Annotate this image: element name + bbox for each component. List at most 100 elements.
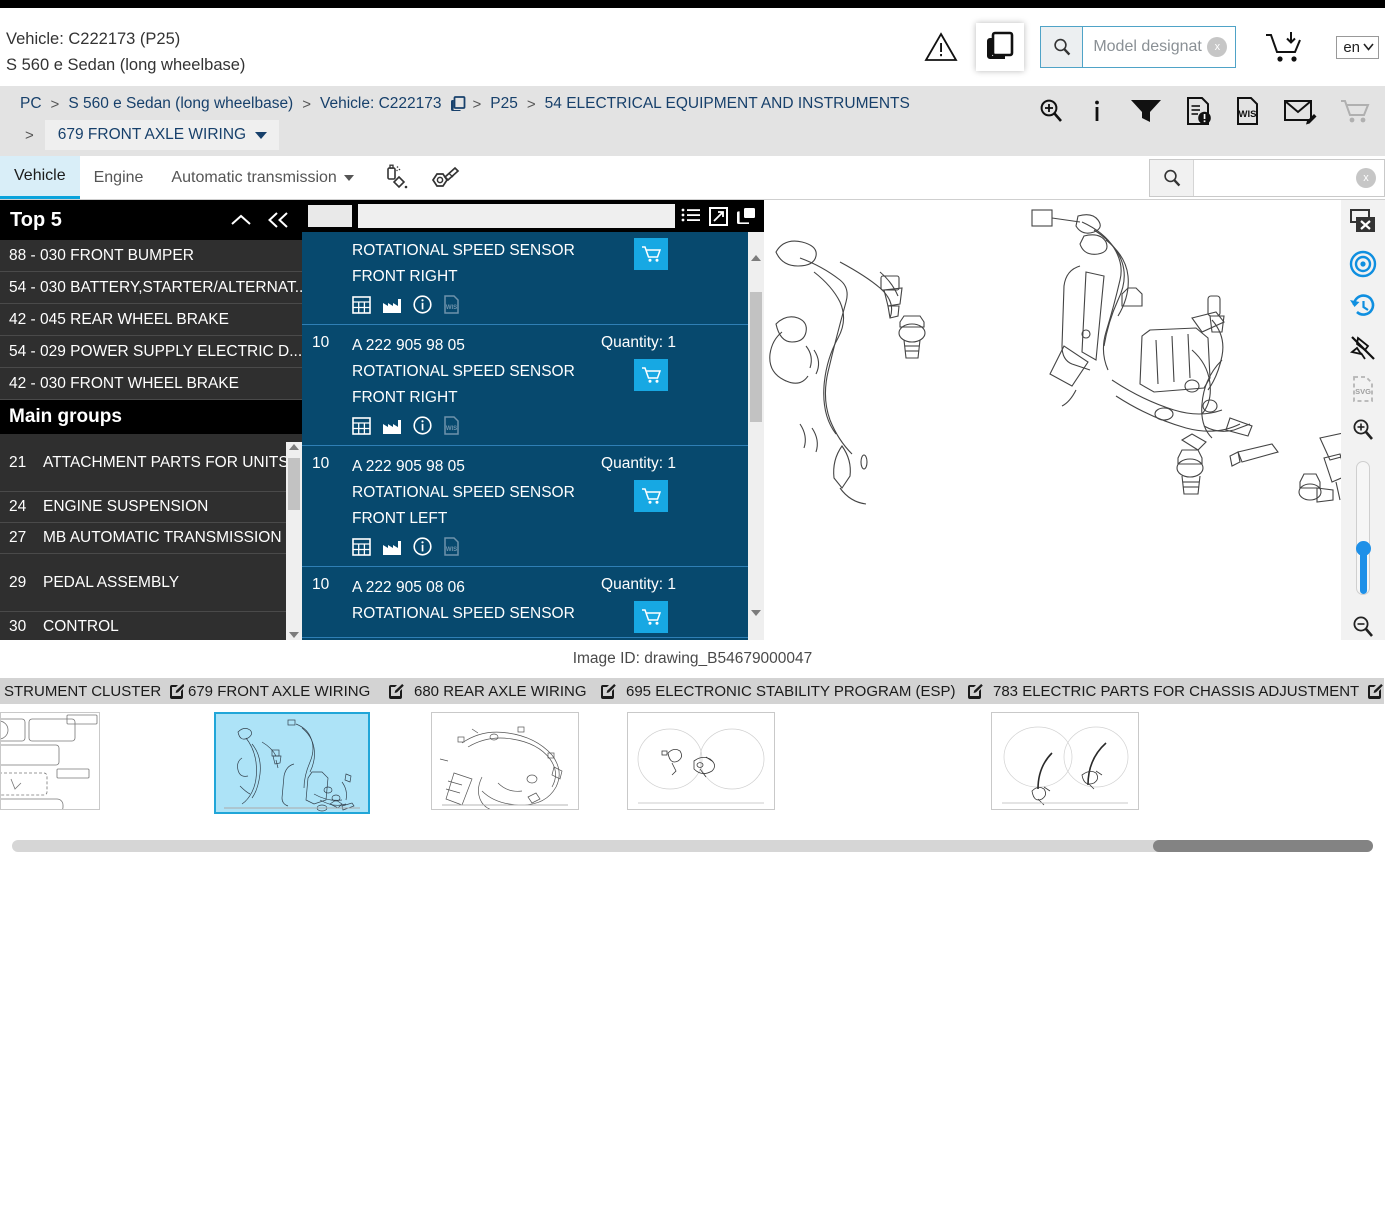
top5-item-1[interactable]: 54 - 030 BATTERY,STARTER/ALTERNAT... <box>0 272 302 304</box>
add-to-cart-icon[interactable] <box>634 601 668 633</box>
tab-engine[interactable]: Engine <box>80 156 158 199</box>
parts-filter-box[interactable] <box>308 205 352 227</box>
technical-drawing-viewer[interactable]: 900 130 110 65 10 60 40 100 15 30 90 <box>764 200 1385 640</box>
sidebar-item-21[interactable]: 21 ATTACHMENT PARTS FOR UNITS <box>0 434 302 492</box>
bolt-tool-icon[interactable] <box>428 164 460 192</box>
part-number[interactable]: A 222 905 98 05 <box>352 454 764 480</box>
copy-documents-icon[interactable] <box>976 23 1025 71</box>
breadcrumb-copy-icon[interactable] <box>444 95 466 113</box>
thumbnail-image[interactable] <box>991 712 1139 810</box>
zoom-slider[interactable] <box>1356 461 1371 596</box>
thumbnail-label[interactable]: 783 ELECTRIC PARTS FOR CHASSIS ADJUSTMEN… <box>989 678 1384 704</box>
zoom-in-icon[interactable] <box>1347 417 1379 444</box>
sidebar-item-24[interactable]: 24 ENGINE SUSPENSION <box>0 492 302 523</box>
edit-pencil-icon[interactable] <box>388 683 404 699</box>
part-row[interactable]: 10 Quantity: 1 A 222 905 98 05 ROTATIONA… <box>302 325 764 446</box>
part-number[interactable]: A 222 905 08 06 <box>352 575 764 601</box>
warning-triangle-icon[interactable] <box>920 26 962 68</box>
breadcrumb-item-p25[interactable]: P25 <box>488 92 520 116</box>
model-search-input[interactable]: Model designat x <box>1083 27 1236 67</box>
edit-pencil-icon[interactable] <box>967 683 983 699</box>
add-to-cart-icon[interactable] <box>634 238 668 270</box>
tab-automatic-transmission[interactable]: Automatic transmission <box>157 156 367 199</box>
zoom-in-icon[interactable] <box>1037 97 1065 125</box>
tab-search-clear-button[interactable]: x <box>1356 168 1376 188</box>
language-selector[interactable]: en <box>1336 35 1379 59</box>
model-search[interactable]: Model designat x <box>1040 26 1237 68</box>
thumbnail-strip-scrollbar[interactable] <box>0 840 1385 852</box>
sidebar-scroll-thumb[interactable] <box>288 458 300 510</box>
tab-search-input[interactable]: x <box>1194 160 1384 196</box>
part-number[interactable]: A 222 905 98 05 <box>352 333 764 359</box>
paint-spray-icon[interactable] <box>382 164 412 192</box>
filter-icon[interactable] <box>1129 97 1163 125</box>
info-circle-icon[interactable] <box>413 295 432 314</box>
double-chevron-left-icon[interactable] <box>266 211 290 229</box>
document-alert-icon[interactable] <box>1185 96 1213 126</box>
table-icon[interactable] <box>352 416 371 435</box>
parts-scroll-thumb[interactable] <box>750 292 762 422</box>
info-circle-icon[interactable] <box>413 537 432 556</box>
breadcrumb-item-pc[interactable]: PC <box>18 92 44 116</box>
scroll-down-arrow-icon[interactable] <box>751 610 761 634</box>
thumbnail-label[interactable]: 679 FRONT AXLE WIRING <box>184 678 410 704</box>
thumbnail-strip[interactable]: STRUMENT CLUSTER 679 FRONT AXLE WIRING 6… <box>0 678 1385 828</box>
edit-pencil-icon[interactable] <box>1367 683 1384 699</box>
add-to-cart-icon[interactable] <box>634 359 668 391</box>
sidebar-item-30[interactable]: 30 CONTROL <box>0 612 302 640</box>
expand-fullscreen-icon[interactable] <box>709 206 728 226</box>
scrollbar-thumb[interactable] <box>1153 840 1373 852</box>
list-view-icon[interactable] <box>681 207 701 225</box>
thumbnail-item-695-esp[interactable]: 695 ELECTRONIC STABILITY PROGRAM (ESP) <box>622 678 989 810</box>
table-icon[interactable] <box>352 295 371 314</box>
model-search-submit-button[interactable] <box>1041 27 1084 67</box>
scroll-up-arrow-icon[interactable] <box>751 238 761 261</box>
factory-icon[interactable] <box>382 296 402 314</box>
scrollbar-track[interactable] <box>12 840 1373 852</box>
thumbnail-item-instrument-cluster[interactable]: STRUMENT CLUSTER <box>0 678 186 810</box>
thumbnail-item-679-front-axle-wiring[interactable]: 679 FRONT AXLE WIRING <box>184 678 410 814</box>
parts-list-scrollbar[interactable] <box>748 232 764 640</box>
mail-edit-icon[interactable] <box>1283 97 1317 125</box>
sidebar-item-27[interactable]: 27 MB AUTOMATIC TRANSMISSION <box>0 523 302 554</box>
part-row[interactable]: 10 Quantity: 1 A 222 905 98 05 ROTATIONA… <box>302 446 764 567</box>
part-row[interactable]: 10 Quantity: 1 A 222 905 08 06 ROTATIONA… <box>302 567 764 638</box>
chevron-up-icon[interactable] <box>230 212 252 228</box>
edit-pencil-icon[interactable] <box>169 683 186 699</box>
thumbnail-image[interactable] <box>0 712 100 810</box>
thumbnail-item-680-rear-axle-wiring[interactable]: 680 REAR AXLE WIRING <box>410 678 622 810</box>
thumbnail-item-783-chassis-adjustment[interactable]: 783 ELECTRIC PARTS FOR CHASSIS ADJUSTMEN… <box>989 678 1384 810</box>
scroll-down-arrow-icon[interactable] <box>289 632 299 638</box>
unpin-icon[interactable] <box>1347 334 1379 362</box>
info-icon[interactable] <box>1087 97 1107 125</box>
thumbnail-image-selected[interactable] <box>214 712 370 814</box>
history-undo-icon[interactable] <box>1347 292 1379 320</box>
target-focus-icon[interactable] <box>1347 250 1379 278</box>
factory-icon[interactable] <box>382 417 402 435</box>
model-search-clear-button[interactable]: x <box>1207 37 1228 57</box>
tab-search-submit-button[interactable] <box>1150 160 1194 196</box>
scroll-up-arrow-icon[interactable] <box>289 444 299 450</box>
zoom-slider-knob[interactable] <box>1356 541 1371 557</box>
breadcrumb-item-model[interactable]: S 560 e Sedan (long wheelbase) <box>66 92 295 116</box>
parts-filter-input[interactable] <box>358 204 675 228</box>
edit-pencil-icon[interactable] <box>600 683 616 699</box>
close-window-icon[interactable] <box>1347 208 1379 236</box>
zoom-out-icon[interactable] <box>1347 613 1379 640</box>
sidebar-item-29[interactable]: 29 PEDAL ASSEMBLY <box>0 554 302 612</box>
thumbnail-image[interactable] <box>627 712 775 810</box>
open-window-icon[interactable] <box>736 207 756 226</box>
info-circle-icon[interactable] <box>413 416 432 435</box>
thumbnail-label[interactable]: 680 REAR AXLE WIRING <box>410 678 622 704</box>
tab-search[interactable]: x <box>1149 159 1385 197</box>
tab-vehicle[interactable]: Vehicle <box>0 156 80 199</box>
shopping-cart-add-icon[interactable] <box>1264 30 1306 64</box>
breadcrumb-current-dropdown[interactable]: 679 FRONT AXLE WIRING <box>44 120 280 150</box>
table-icon[interactable] <box>352 537 371 556</box>
sidebar-scrollbar[interactable] <box>286 442 302 640</box>
thumbnail-label[interactable]: STRUMENT CLUSTER <box>0 678 186 704</box>
add-to-cart-icon[interactable] <box>634 480 668 512</box>
wis-document-icon[interactable]: WIS <box>1235 96 1261 126</box>
top5-item-4[interactable]: 42 - 030 FRONT WHEEL BRAKE <box>0 368 302 400</box>
parts-list[interactable]: 10 Quantity: 1 A 222 905 98 05 ROTATIONA… <box>302 232 764 640</box>
